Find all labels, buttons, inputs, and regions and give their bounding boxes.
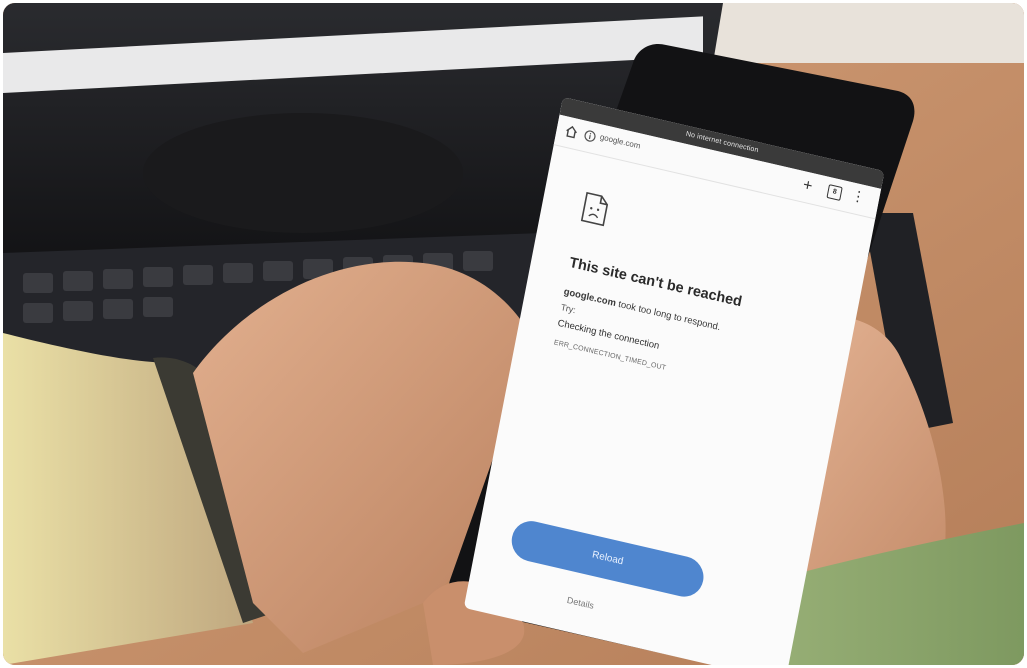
error-message-text: took too long to respond.	[617, 298, 722, 334]
details-button[interactable]: Details	[566, 595, 595, 611]
info-icon[interactable]	[583, 129, 597, 143]
tab-count-icon[interactable]: 8	[826, 184, 843, 201]
reload-button[interactable]: Reload	[508, 517, 707, 601]
try-label: Try:	[559, 301, 577, 316]
url-text[interactable]: google.com	[599, 132, 641, 150]
home-icon[interactable]	[563, 123, 579, 140]
new-tab-icon[interactable]: +	[801, 176, 814, 196]
photo-frame: No internet connection google.com + 8 ⋮ …	[3, 3, 1024, 665]
menu-icon[interactable]: ⋮	[850, 187, 867, 206]
monitor-stand	[143, 113, 463, 233]
sad-page-icon	[580, 191, 609, 227]
